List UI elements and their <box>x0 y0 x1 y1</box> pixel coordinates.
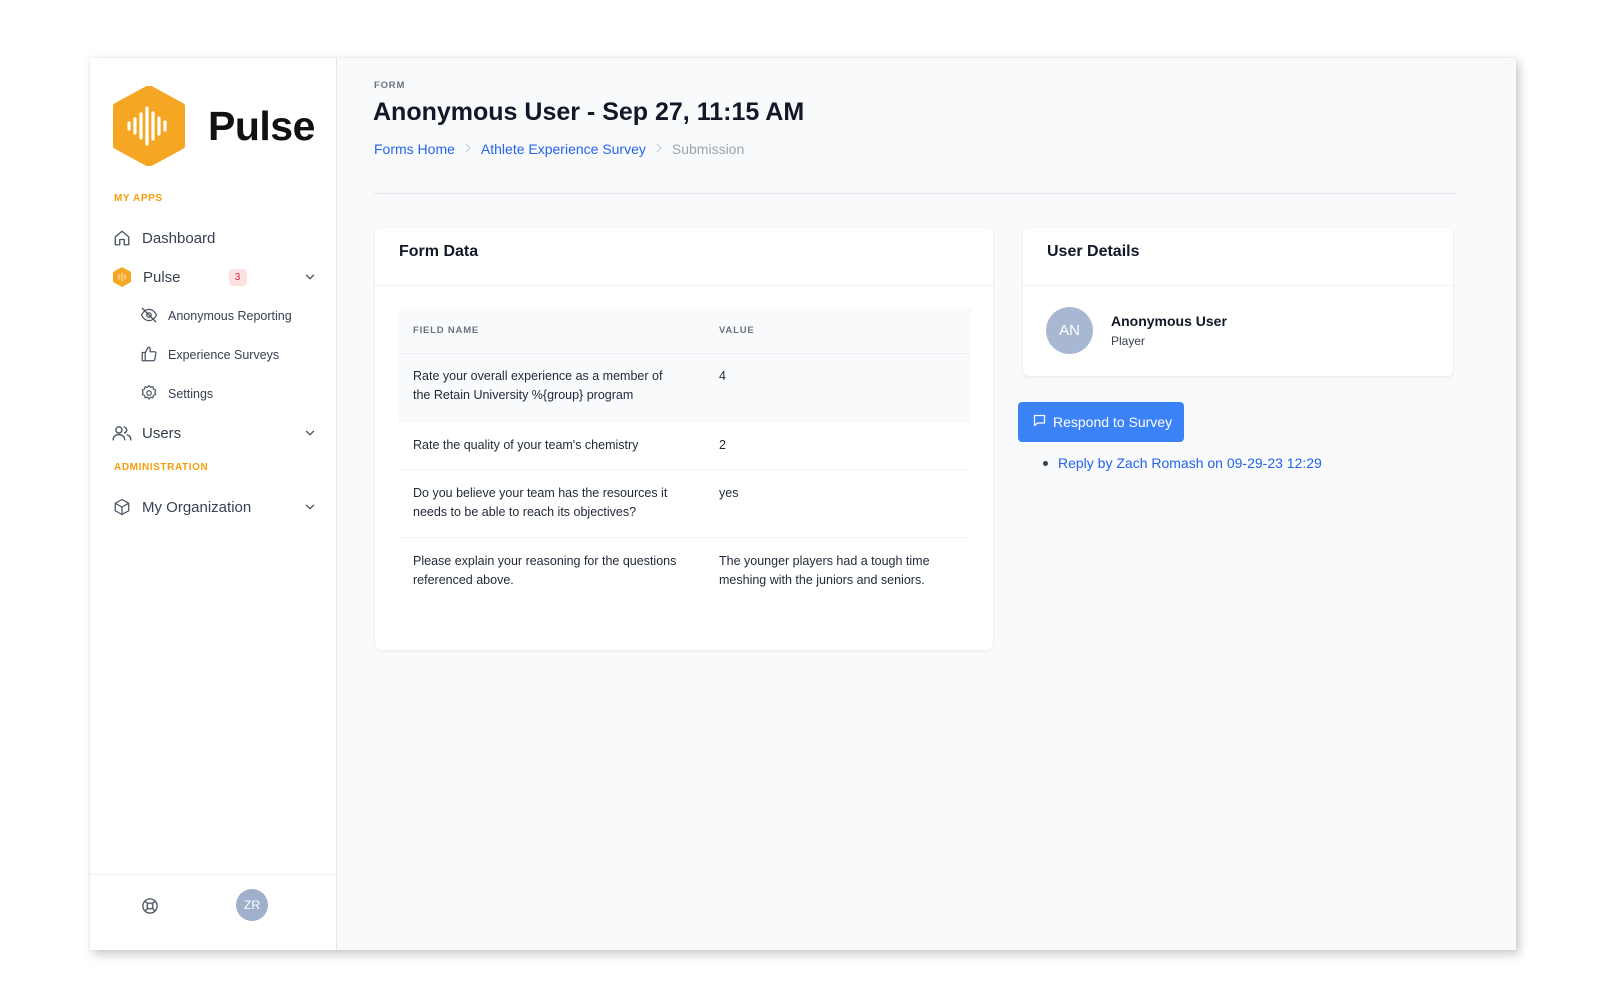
chevron-down-icon[interactable] <box>303 270 317 288</box>
list-item: Reply by Zach Romash on 09-29-23 12:29 <box>1043 455 1322 471</box>
chevron-down-icon[interactable] <box>303 500 317 518</box>
app-window: Pulse MY APPS Dashboard Pulse 3 Anonymou… <box>90 58 1516 950</box>
administration-label: ADMINISTRATION <box>114 462 209 473</box>
button-label: Respond to Survey <box>1053 414 1173 430</box>
value-cell: The younger players had a tough time mes… <box>719 554 930 587</box>
user-details-card: User Details AN Anonymous User Player <box>1023 228 1453 376</box>
form-data-title: Form Data <box>375 228 993 286</box>
notification-badge: 3 <box>228 268 247 286</box>
sidebar-item-label: My Organization <box>142 498 252 516</box>
lifebuoy-icon[interactable] <box>141 897 159 920</box>
field-name-cell: Rate your overall experience as a member… <box>413 369 663 402</box>
brand-logo[interactable]: Pulse <box>112 86 315 166</box>
my-apps-label: MY APPS <box>114 193 163 204</box>
cube-icon <box>112 497 132 517</box>
sidebar-item-my-organization[interactable]: My Organization <box>112 493 317 521</box>
sidebar-subitem-settings[interactable]: Settings <box>140 381 213 407</box>
breadcrumb-forms-home[interactable]: Forms Home <box>374 141 455 157</box>
gear-icon <box>140 384 158 405</box>
breadcrumb-survey[interactable]: Athlete Experience Survey <box>481 141 646 157</box>
value-cell: yes <box>719 486 739 500</box>
chevron-right-icon <box>655 142 663 156</box>
sidebar-subitem-label: Anonymous Reporting <box>168 309 292 323</box>
user-role: Player <box>1111 334 1146 348</box>
value-cell: 4 <box>719 369 726 383</box>
sidebar-subitem-label: Experience Surveys <box>168 348 280 362</box>
home-icon <box>112 228 132 248</box>
users-icon <box>112 423 132 443</box>
sidebar-item-label: Dashboard <box>142 229 216 247</box>
column-header-value: VALUE <box>719 325 755 336</box>
page-eyebrow: FORM <box>374 80 406 91</box>
sidebar-footer: ZR <box>90 874 336 950</box>
sidebar-subitem-label: Settings <box>168 387 214 401</box>
form-data-card: Form Data FIELD NAME VALUE Rate your ove… <box>375 228 993 650</box>
respond-to-survey-button[interactable]: Respond to Survey <box>1018 402 1184 442</box>
user-summary: AN Anonymous User Player <box>1046 307 1227 354</box>
message-icon <box>1032 413 1047 431</box>
thumbs-up-icon <box>140 345 158 366</box>
reply-link[interactable]: Reply by Zach Romash on 09-29-23 12:29 <box>1058 455 1322 471</box>
sidebar-item-users[interactable]: Users <box>112 419 317 447</box>
sidebar-item-label: Pulse <box>143 268 181 286</box>
sidebar-item-dashboard[interactable]: Dashboard <box>112 224 317 252</box>
user-name: Anonymous User <box>1111 313 1227 329</box>
table-row: Rate the quality of your team's chemistr… <box>399 422 971 470</box>
table-header: FIELD NAME VALUE <box>399 308 971 354</box>
table-row: Please explain your reasoning for the qu… <box>399 538 971 606</box>
pulse-logo-icon <box>113 86 185 166</box>
chevron-down-icon[interactable] <box>303 426 317 444</box>
table-row: Rate your overall experience as a member… <box>399 354 971 422</box>
breadcrumb-current: Submission <box>671 141 745 157</box>
bullet <box>1043 460 1048 466</box>
header-divider <box>374 193 1455 194</box>
field-name-cell: Please explain your reasoning for the qu… <box>413 554 677 587</box>
table-row: Do you believe your team has the resourc… <box>399 470 971 538</box>
user-details-title: User Details <box>1023 228 1453 286</box>
eye-off-icon <box>140 306 158 327</box>
value-cell: 2 <box>719 438 726 452</box>
field-name-cell: Do you believe your team has the resourc… <box>413 486 668 519</box>
form-data-table: FIELD NAME VALUE Rate your overall exper… <box>399 308 971 606</box>
sidebar-item-pulse[interactable]: Pulse 3 <box>112 263 317 291</box>
main-content: FORM Anonymous User - Sep 27, 11:15 AM F… <box>337 58 1516 950</box>
sidebar-item-label: Users <box>142 424 182 442</box>
sidebar: Pulse MY APPS Dashboard Pulse 3 Anonymou… <box>90 58 337 950</box>
user-avatar[interactable]: ZR <box>236 889 268 921</box>
sidebar-subitem-experience-surveys[interactable]: Experience Surveys <box>140 342 279 368</box>
sidebar-subitem-anonymous-reporting[interactable]: Anonymous Reporting <box>140 303 292 329</box>
page-title: Anonymous User - Sep 27, 11:15 AM <box>373 98 805 126</box>
avatar: AN <box>1046 307 1093 354</box>
column-header-field: FIELD NAME <box>413 325 480 336</box>
chevron-right-icon <box>464 142 472 156</box>
breadcrumb: Forms Home Athlete Experience Survey Sub… <box>374 141 744 157</box>
field-name-cell: Rate the quality of your team's chemistr… <box>413 438 639 452</box>
pulse-hex-icon <box>112 267 132 287</box>
brand-name: Pulse <box>208 102 315 149</box>
